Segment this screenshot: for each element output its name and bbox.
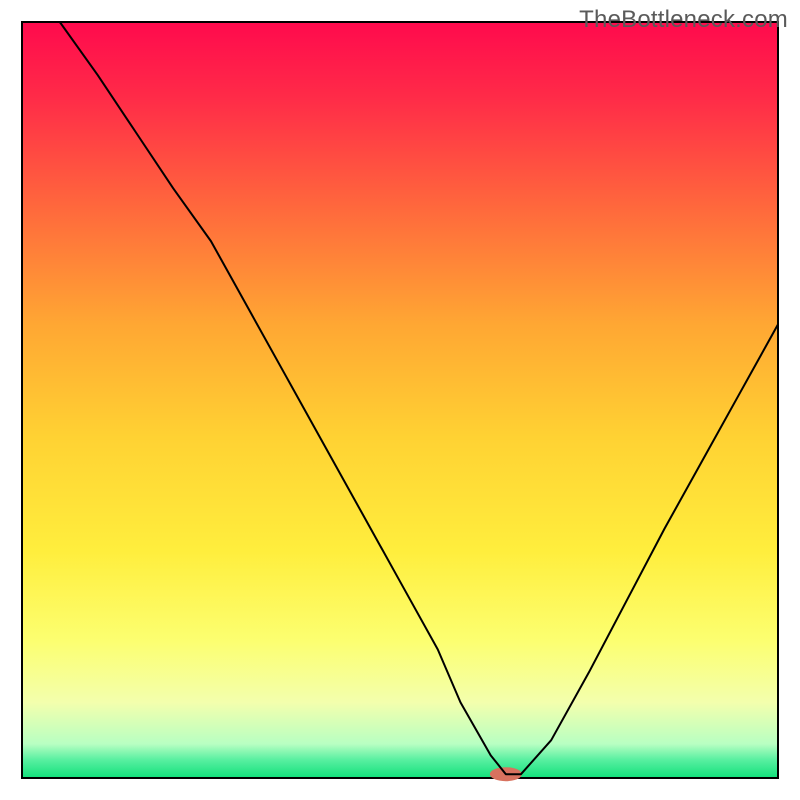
chart-container: TheBottleneck.com [0, 0, 800, 800]
watermark-text: TheBottleneck.com [579, 6, 788, 34]
chart-background-gradient [22, 22, 778, 778]
bottleneck-chart [0, 0, 800, 800]
